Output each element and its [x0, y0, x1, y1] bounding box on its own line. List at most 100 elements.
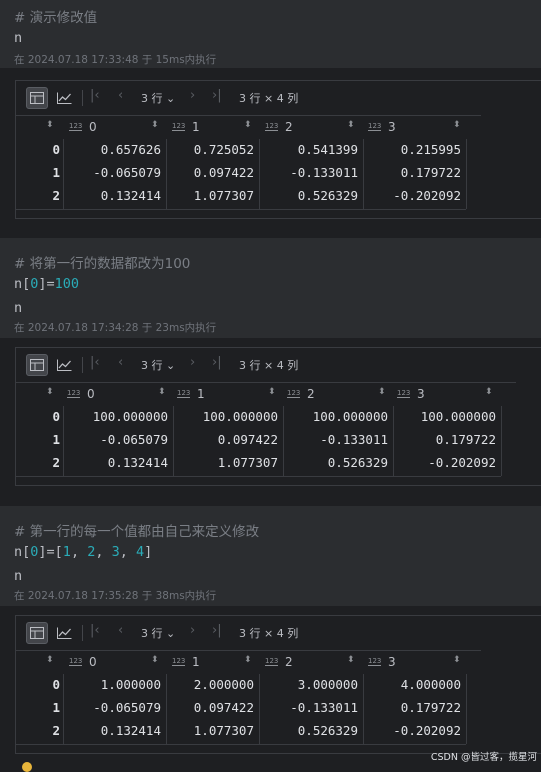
sort-icon[interactable]: ⬍ — [378, 387, 386, 397]
table-cell[interactable]: 0.215995 — [363, 142, 461, 157]
column-header[interactable]: 2 — [285, 655, 293, 669]
numeric-type-badge: 123 — [172, 657, 186, 666]
column-header[interactable]: 2 — [285, 120, 293, 134]
column-header[interactable]: 1 — [197, 387, 205, 401]
table-cell[interactable]: 0.179722 — [393, 432, 496, 447]
table-cell[interactable]: 0.132414 — [63, 455, 168, 470]
table-cell[interactable]: -0.065079 — [63, 700, 161, 715]
table-cell[interactable]: 100.000000 — [63, 409, 168, 424]
sort-icon[interactable]: ⬍ — [347, 655, 355, 665]
table-cell[interactable]: -0.065079 — [63, 432, 168, 447]
sort-icon[interactable]: ⬍ — [244, 120, 252, 130]
table-cell[interactable]: -0.202092 — [363, 188, 461, 203]
table-cell[interactable]: 0.526329 — [283, 455, 388, 470]
sort-icon[interactable]: ⬍ — [158, 387, 166, 397]
result-toolbar: |‹ ‹ 3 行 ⌄ › ›| 3 行 × 4 列 — [16, 81, 541, 115]
grid-line — [283, 406, 284, 476]
table-cell[interactable]: 0.526329 — [259, 188, 358, 203]
sort-icon[interactable]: ⬍ — [453, 655, 461, 665]
last-page-icon[interactable]: ›| — [212, 88, 222, 103]
table-cell[interactable]: 0.725052 — [166, 142, 254, 157]
table-cell[interactable]: 0.132414 — [63, 188, 161, 203]
next-page-icon[interactable]: › — [190, 623, 195, 638]
first-page-icon[interactable]: |‹ — [90, 88, 100, 103]
table-cell[interactable]: 0.526329 — [259, 723, 358, 738]
chevron-down-icon: ⌄ — [162, 92, 176, 105]
sort-icon[interactable]: ⬍ — [347, 120, 355, 130]
grid-line — [259, 674, 260, 744]
next-page-icon[interactable]: › — [190, 355, 195, 370]
sort-icon[interactable]: ⬍ — [244, 655, 252, 665]
table-cell[interactable]: -0.065079 — [63, 165, 161, 180]
table-cell[interactable]: 0.179722 — [363, 700, 461, 715]
column-header[interactable]: 0 — [87, 387, 95, 401]
sort-icon[interactable]: ⬍ — [46, 120, 54, 130]
sort-icon[interactable]: ⬍ — [268, 387, 276, 397]
table-icon[interactable] — [26, 354, 48, 376]
sort-icon[interactable]: ⬍ — [46, 387, 54, 397]
table-cell[interactable]: 100.000000 — [393, 409, 496, 424]
table-cell[interactable]: -0.133011 — [259, 700, 358, 715]
sort-icon[interactable]: ⬍ — [151, 120, 159, 130]
table-cell[interactable]: 4.000000 — [363, 677, 461, 692]
sort-icon[interactable]: ⬍ — [151, 655, 159, 665]
numeric-type-badge: 123 — [287, 389, 301, 398]
table-cell[interactable]: 0.657626 — [63, 142, 161, 157]
dataframe-result: |‹ ‹ 3 行 ⌄ › ›| 3 行 × 4 列 ⬍ 123 0 ⬍ 123 1 ⬍ 123 2 ⬍ 123 3… — [15, 80, 541, 219]
last-page-icon[interactable]: ›| — [212, 355, 222, 370]
table-icon[interactable] — [26, 87, 48, 109]
table-cell[interactable]: 0.097422 — [173, 432, 278, 447]
next-page-icon[interactable]: › — [190, 88, 195, 103]
rows-label: 3 行 — [141, 627, 163, 640]
numeric-type-badge: 123 — [265, 657, 279, 666]
watermark: CSDN @皆过客，揽星河 — [430, 752, 537, 763]
previous-page-icon[interactable]: ‹ — [118, 355, 123, 370]
table-cell[interactable]: -0.133011 — [259, 165, 358, 180]
sort-icon[interactable]: ⬍ — [453, 120, 461, 130]
sort-icon[interactable]: ⬍ — [46, 655, 54, 665]
data-table: ⬍ 123 0 ⬍ 123 1 ⬍ 123 2 ⬍ 123 3 ⬍ 0 1.000000 2.000000 3.… — [16, 650, 481, 747]
code-line: n — [14, 300, 23, 316]
column-header[interactable]: 0 — [89, 655, 97, 669]
grid-line — [16, 476, 501, 477]
rows-per-page-select[interactable]: 3 行 ⌄ — [141, 357, 175, 373]
table-cell[interactable]: -0.133011 — [283, 432, 388, 447]
table-cell[interactable]: 1.077307 — [173, 455, 278, 470]
first-page-icon[interactable]: |‹ — [90, 355, 100, 370]
column-header[interactable]: 3 — [417, 387, 425, 401]
table-cell[interactable]: 0.179722 — [363, 165, 461, 180]
line-chart-icon[interactable] — [53, 354, 75, 376]
column-header[interactable]: 1 — [192, 655, 200, 669]
column-header[interactable]: 3 — [388, 655, 396, 669]
table-cell[interactable]: 3.000000 — [259, 677, 358, 692]
line-chart-icon[interactable] — [53, 622, 75, 644]
column-header[interactable]: 0 — [89, 120, 97, 134]
table-cell[interactable]: 1.077307 — [166, 188, 254, 203]
table-cell[interactable]: -0.202092 — [393, 455, 496, 470]
column-header[interactable]: 3 — [388, 120, 396, 134]
table-cell[interactable]: 100.000000 — [173, 409, 278, 424]
table-cell[interactable]: 0.097422 — [166, 165, 254, 180]
line-chart-icon[interactable] — [53, 87, 75, 109]
table-cell[interactable]: 0.097422 — [166, 700, 254, 715]
table-cell[interactable]: -0.202092 — [363, 723, 461, 738]
sort-icon[interactable]: ⬍ — [485, 387, 493, 397]
previous-page-icon[interactable]: ‹ — [118, 88, 123, 103]
column-header[interactable]: 1 — [192, 120, 200, 134]
numeric-type-badge: 123 — [177, 389, 191, 398]
table-icon[interactable] — [26, 622, 48, 644]
table-cell[interactable]: 0.132414 — [63, 723, 161, 738]
first-page-icon[interactable]: |‹ — [90, 623, 100, 638]
table-cell[interactable]: 2.000000 — [166, 677, 254, 692]
table-cell[interactable]: 0.541399 — [259, 142, 358, 157]
row-index: 0 — [52, 409, 60, 424]
column-header[interactable]: 2 — [307, 387, 315, 401]
table-cell[interactable]: 1.077307 — [166, 723, 254, 738]
last-page-icon[interactable]: ›| — [212, 623, 222, 638]
table-cell[interactable]: 100.000000 — [283, 409, 388, 424]
rows-per-page-select[interactable]: 3 行 ⌄ — [141, 90, 175, 106]
rows-per-page-select[interactable]: 3 行 ⌄ — [141, 625, 175, 641]
table-cell[interactable]: 1.000000 — [63, 677, 161, 692]
previous-page-icon[interactable]: ‹ — [118, 623, 123, 638]
grid-line — [501, 406, 502, 476]
